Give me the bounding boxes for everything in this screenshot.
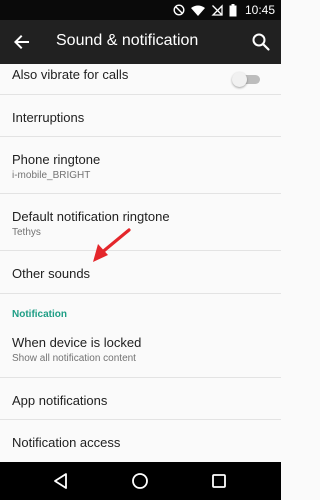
wifi-icon <box>190 5 205 16</box>
item-title: When device is locked <box>12 335 142 350</box>
default-notification-ringtone-item[interactable]: Default notification ringtone Tethys <box>0 194 281 251</box>
search-icon[interactable] <box>249 30 273 54</box>
home-circle-icon[interactable] <box>131 472 149 490</box>
notification-section-header: Notification <box>12 309 67 320</box>
back-arrow-icon[interactable] <box>10 30 34 54</box>
back-triangle-icon[interactable] <box>52 472 70 490</box>
also-vibrate-for-calls-item[interactable]: Also vibrate for calls <box>0 64 281 95</box>
when-device-is-locked-item[interactable]: When device is locked Show all notificat… <box>0 327 281 378</box>
status-icons: 10:45 <box>173 2 275 18</box>
app-bar: Sound & notification <box>0 20 281 64</box>
app-notifications-item[interactable]: App notifications <box>0 378 281 420</box>
interruptions-item[interactable]: Interruptions <box>0 95 281 137</box>
notification-access-item[interactable]: Notification access <box>0 420 281 462</box>
item-title: App notifications <box>12 393 108 408</box>
item-title: Interruptions <box>12 110 85 125</box>
item-title: Notification access <box>12 435 121 450</box>
recents-square-icon[interactable] <box>210 472 228 490</box>
page-title: Sound & notification <box>56 32 199 49</box>
battery-icon <box>229 3 237 16</box>
do-not-disturb-icon <box>173 4 185 16</box>
item-title: Other sounds <box>12 266 91 281</box>
other-sounds-item[interactable]: Other sounds <box>0 251 281 294</box>
item-title: Also vibrate for calls <box>12 67 129 82</box>
item-subtitle: Show all notification content <box>12 353 136 364</box>
item-title: Phone ringtone <box>12 152 101 167</box>
item-subtitle: i-mobile_BRIGHT <box>12 170 91 181</box>
navigation-bar <box>0 462 281 500</box>
item-title: Default notification ringtone <box>12 209 170 224</box>
toggle-thumb <box>232 72 247 87</box>
vibrate-toggle[interactable] <box>232 72 262 87</box>
item-subtitle: Tethys <box>12 227 41 238</box>
no-sim-icon <box>211 4 223 16</box>
status-bar: 10:45 <box>0 0 281 20</box>
status-time: 10:45 <box>244 3 275 17</box>
phone-ringtone-item[interactable]: Phone ringtone i-mobile_BRIGHT <box>0 137 281 194</box>
